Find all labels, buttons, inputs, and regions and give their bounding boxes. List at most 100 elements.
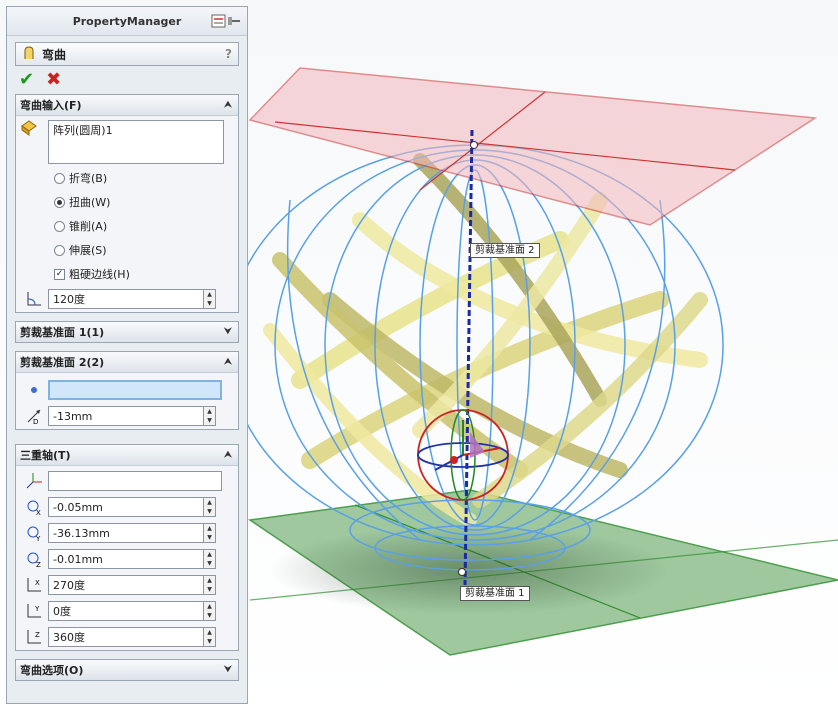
- panel-header-controls: [211, 14, 241, 31]
- triad-z-pos-arrows[interactable]: ▲ ▼: [204, 549, 216, 569]
- rough-edges-check[interactable]: ✓: [54, 268, 65, 280]
- svg-text:Y: Y: [35, 535, 41, 542]
- bend-options-title: 弯曲选项(O): [20, 664, 84, 677]
- trim-plane-1-group: 剪裁基准面 1(1) ⮟: [15, 321, 239, 343]
- radio-fold-button[interactable]: [54, 172, 65, 184]
- feature-title-bar: 弯曲 ?: [15, 42, 239, 66]
- chevron-up-icon[interactable]: ⮝: [222, 99, 234, 111]
- radio-twist[interactable]: 扭曲(W): [16, 190, 238, 214]
- bend-input-header[interactable]: 弯曲输入(F) ⮝: [16, 95, 238, 116]
- trim-distance-spinner[interactable]: -13mm ▲ ▼: [48, 406, 216, 426]
- radio-twist-button[interactable]: [54, 196, 65, 208]
- radio-twist-label: 扭曲(W): [69, 196, 111, 209]
- triad-group: 三重轴(T) ⮝ X -0.05mm ▲ ▼ Y -36.13mm ▲ ▼ Z -0.0…: [15, 444, 239, 651]
- triad-z-pos-spinner[interactable]: -0.01mm ▲ ▼: [48, 549, 216, 569]
- trim-plane-2-selection-box[interactable]: [48, 380, 222, 400]
- trim-plane-2-label[interactable]: 剪裁基准面 2: [470, 243, 540, 258]
- trim-distance-input[interactable]: -13mm: [48, 406, 204, 426]
- triad-x-rot-arrows[interactable]: ▲ ▼: [204, 575, 216, 595]
- trim-plane-2-group: 剪裁基准面 2(2) ⮝ D -13mm ▲ ▼: [15, 351, 239, 430]
- svg-text:Z: Z: [35, 631, 40, 639]
- triad-header[interactable]: 三重轴(T) ⮝: [16, 445, 238, 466]
- position-y-icon: Y: [20, 522, 48, 544]
- triad-y-pos-arrows[interactable]: ▲ ▼: [204, 523, 216, 543]
- angle-icon: [20, 288, 48, 310]
- chevron-up-icon[interactable]: ⮝: [222, 356, 234, 368]
- reference-point-icon: [20, 379, 48, 401]
- selection-icon: [20, 120, 48, 142]
- bend-input-group: 弯曲输入(F) ⮝ 阵列(圆周)1 折弯(B) 扭曲(W) 锥削(A) 伸展(S…: [15, 94, 239, 313]
- triad-title: 三重轴(T): [20, 449, 71, 462]
- bend-options-header[interactable]: 弯曲选项(O) ⮟: [16, 660, 238, 680]
- feature-title: 弯曲: [42, 47, 67, 62]
- bodies-selection-box[interactable]: 阵列(圆周)1: [48, 120, 224, 164]
- rotation-z-icon: Z: [20, 626, 48, 648]
- panel-title: PropertyManager: [72, 14, 182, 28]
- triad-y-pos-input[interactable]: -36.13mm: [48, 523, 204, 543]
- svg-text:X: X: [36, 509, 41, 516]
- radio-taper-label: 锥削(A): [69, 220, 108, 233]
- triad-selection-row: [16, 466, 238, 494]
- angle-row: 120度 ▲ ▼: [16, 286, 238, 312]
- triad-x-rot-row: X 270度 ▲ ▼: [16, 572, 238, 598]
- trim-plane-2-header[interactable]: 剪裁基准面 2(2) ⮝: [16, 352, 238, 373]
- triad-y-rot-spinner[interactable]: 0度 ▲ ▼: [48, 601, 216, 621]
- triad-z-rot-spinner[interactable]: 360度 ▲ ▼: [48, 627, 216, 647]
- triad-x-rot-spinner[interactable]: 270度 ▲ ▼: [48, 575, 216, 595]
- triad-y-rot-input[interactable]: 0度: [48, 601, 204, 621]
- bend-feature-icon: [22, 45, 36, 63]
- rotation-y-icon: Y: [20, 600, 48, 622]
- radio-fold[interactable]: 折弯(B): [16, 166, 238, 190]
- rough-edges-label: 粗硬边线(H): [69, 268, 130, 281]
- check-icon[interactable]: ✔: [19, 69, 34, 90]
- rotation-x-icon: X: [20, 574, 48, 596]
- chevron-down-icon[interactable]: ⮟: [222, 664, 234, 676]
- triad-y-rot-arrows[interactable]: ▲ ▼: [204, 601, 216, 621]
- position-z-icon: Z: [20, 548, 48, 570]
- svg-text:Y: Y: [34, 605, 40, 613]
- triad-selection-box[interactable]: [48, 471, 222, 491]
- chevron-up-icon[interactable]: ⮝: [222, 449, 234, 461]
- triad-x-pos-arrows[interactable]: ▲ ▼: [204, 497, 216, 517]
- trim-plane-2-title: 剪裁基准面 2(2): [20, 356, 105, 369]
- triad-z-rot-arrows[interactable]: ▲ ▼: [204, 627, 216, 647]
- triad-x-pos-input[interactable]: -0.05mm: [48, 497, 204, 517]
- triad-icon: [20, 470, 48, 492]
- panel-header: PropertyManager: [7, 7, 247, 36]
- help-button[interactable]: ?: [225, 47, 232, 61]
- trim-plane-1-header[interactable]: 剪裁基准面 1(1) ⮟: [16, 322, 238, 342]
- ok-cancel-row: ✔ ✖: [7, 66, 247, 92]
- triad-z-pos-row: Z -0.01mm ▲ ▼: [16, 546, 238, 572]
- close-icon[interactable]: ✖: [46, 69, 61, 90]
- svg-text:Z: Z: [36, 561, 41, 568]
- trim-plane-1-label[interactable]: 剪裁基准面 1: [460, 586, 530, 601]
- bend-options-group: 弯曲选项(O) ⮟: [15, 659, 239, 681]
- bend-input-title: 弯曲输入(F): [20, 99, 82, 112]
- triad-y-rot-row: Y 0度 ▲ ▼: [16, 598, 238, 624]
- svg-text:D: D: [33, 418, 38, 425]
- top-trim-plane[interactable]: [248, 67, 818, 226]
- radio-stretch-button[interactable]: [54, 244, 65, 256]
- radio-stretch[interactable]: 伸展(S): [16, 238, 238, 262]
- angle-spinner[interactable]: 120度 ▲ ▼: [48, 289, 216, 309]
- triad-z-pos-input[interactable]: -0.01mm: [48, 549, 204, 569]
- radio-fold-label: 折弯(B): [69, 172, 108, 185]
- pushpin-icon[interactable]: [211, 14, 241, 31]
- trim-plane-2-selection-row: [16, 373, 238, 403]
- rough-edges-checkbox[interactable]: ✓ 粗硬边线(H): [16, 262, 238, 286]
- trim-distance-spin-arrows[interactable]: ▲ ▼: [204, 406, 216, 426]
- trim-distance-row: D -13mm ▲ ▼: [16, 403, 238, 429]
- triad-x-pos-spinner[interactable]: -0.05mm ▲ ▼: [48, 497, 216, 517]
- angle-spin-arrows[interactable]: ▲ ▼: [204, 289, 216, 309]
- bottom-trim-plane[interactable]: [247, 489, 838, 656]
- radio-stretch-label: 伸展(S): [69, 244, 107, 257]
- radio-taper-button[interactable]: [54, 220, 65, 232]
- triad-x-rot-input[interactable]: 270度: [48, 575, 204, 595]
- triad-y-pos-spinner[interactable]: -36.13mm ▲ ▼: [48, 523, 216, 543]
- distance-icon: D: [20, 405, 48, 427]
- triad-z-rot-input[interactable]: 360度: [48, 627, 204, 647]
- svg-text:X: X: [35, 579, 40, 587]
- chevron-down-icon[interactable]: ⮟: [222, 326, 234, 338]
- radio-taper[interactable]: 锥削(A): [16, 214, 238, 238]
- angle-input[interactable]: 120度: [48, 289, 204, 309]
